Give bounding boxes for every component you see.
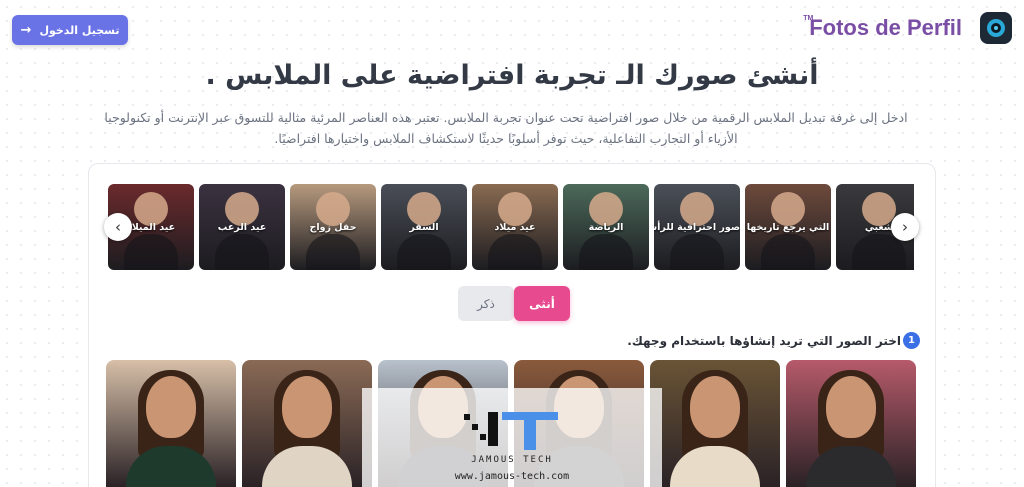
- brand-name: TM Fotos de Perfil: [803, 15, 962, 40]
- category-figure-head: [134, 192, 168, 226]
- camera-logo-icon: [980, 12, 1012, 44]
- step-instruction: 1 اختر الصور التي تريد إنشاؤها باستخدام …: [627, 332, 920, 349]
- category-card[interactable]: عيد الرعب: [199, 184, 285, 270]
- gender-female-button[interactable]: أنثى: [514, 286, 570, 321]
- category-figure-body: [397, 234, 451, 270]
- category-carousel: عيد الميلاد عيد الرعب حفل زواج السفر عيد ميل…: [108, 184, 914, 270]
- category-card[interactable]: عيد ميلاد: [472, 184, 558, 270]
- category-figure-head: [407, 192, 441, 226]
- photo-face: [282, 376, 332, 438]
- category-label: حفل زواج: [309, 222, 357, 233]
- page-title: أنشئ صورك الـ تجربة افتراضية على الملابس…: [205, 60, 819, 91]
- category-figure-body: [761, 234, 815, 270]
- category-figure-head: [498, 192, 532, 226]
- category-card[interactable]: صور احترافية للرأس: [654, 184, 740, 270]
- login-button[interactable]: → تسجيل الدخول: [12, 15, 128, 45]
- photo-mirror[interactable]: [650, 360, 780, 487]
- category-figure-body: [124, 234, 178, 270]
- carousel-prev-button[interactable]: ‹: [104, 213, 132, 241]
- category-figure-body: [488, 234, 542, 270]
- photo-portrait[interactable]: [242, 360, 372, 487]
- page-description: ادخل إلى غرفة تبديل الملابس الرقمية من خ…: [104, 110, 908, 146]
- carousel-next-button[interactable]: ›: [891, 213, 919, 241]
- watermark-name: JAMOUS TECH: [471, 455, 553, 465]
- jamous-tech-logo-icon: [464, 412, 558, 450]
- gender-male-button[interactable]: ذكر: [458, 286, 514, 321]
- chevron-left-icon: ‹: [115, 218, 121, 236]
- login-label: تسجيل الدخول: [39, 23, 120, 37]
- category-figure-body: [670, 234, 724, 270]
- category-figure-body: [579, 234, 633, 270]
- brand[interactable]: TM Fotos de Perfil: [803, 12, 1012, 44]
- category-figure-head: [225, 192, 259, 226]
- gender-toggle: ذكر أنثى: [458, 286, 570, 321]
- category-figure-head: [680, 192, 714, 226]
- arrow-right-icon: →: [20, 22, 32, 38]
- category-label: الرياضة: [588, 222, 624, 233]
- category-label: عيد الرعب: [217, 222, 267, 233]
- photo-sombrero[interactable]: [106, 360, 236, 487]
- chevron-right-icon: ›: [902, 218, 908, 236]
- header: → تسجيل الدخول TM Fotos de Perfil: [0, 0, 1024, 62]
- category-figure-head: [771, 192, 805, 226]
- category-figure-head: [589, 192, 623, 226]
- category-card[interactable]: التي يرجع تاريخها: [745, 184, 831, 270]
- category-label: عيد ميلاد: [494, 222, 536, 233]
- trademark-mark: TM: [803, 15, 814, 22]
- category-label: التي يرجع تاريخها: [746, 222, 830, 233]
- category-card[interactable]: الرياضة: [563, 184, 649, 270]
- category-card[interactable]: السفر: [381, 184, 467, 270]
- photo-gym[interactable]: [786, 360, 916, 487]
- step-text: اختر الصور التي تريد إنشاؤها باستخدام وج…: [627, 333, 901, 348]
- photo-face: [690, 376, 740, 438]
- category-figure-head: [316, 192, 350, 226]
- step-number-badge: 1: [903, 332, 920, 349]
- photo-face: [146, 376, 196, 438]
- photo-face: [826, 376, 876, 438]
- category-card[interactable]: حفل زواج: [290, 184, 376, 270]
- watermark-url: www.jamous-tech.com: [454, 471, 570, 482]
- category-label: السفر: [409, 222, 439, 233]
- category-label: صور احترافية للرأس: [654, 222, 740, 233]
- category-figure-body: [306, 234, 360, 270]
- category-figure-body: [215, 234, 269, 270]
- category-figure-head: [862, 192, 896, 226]
